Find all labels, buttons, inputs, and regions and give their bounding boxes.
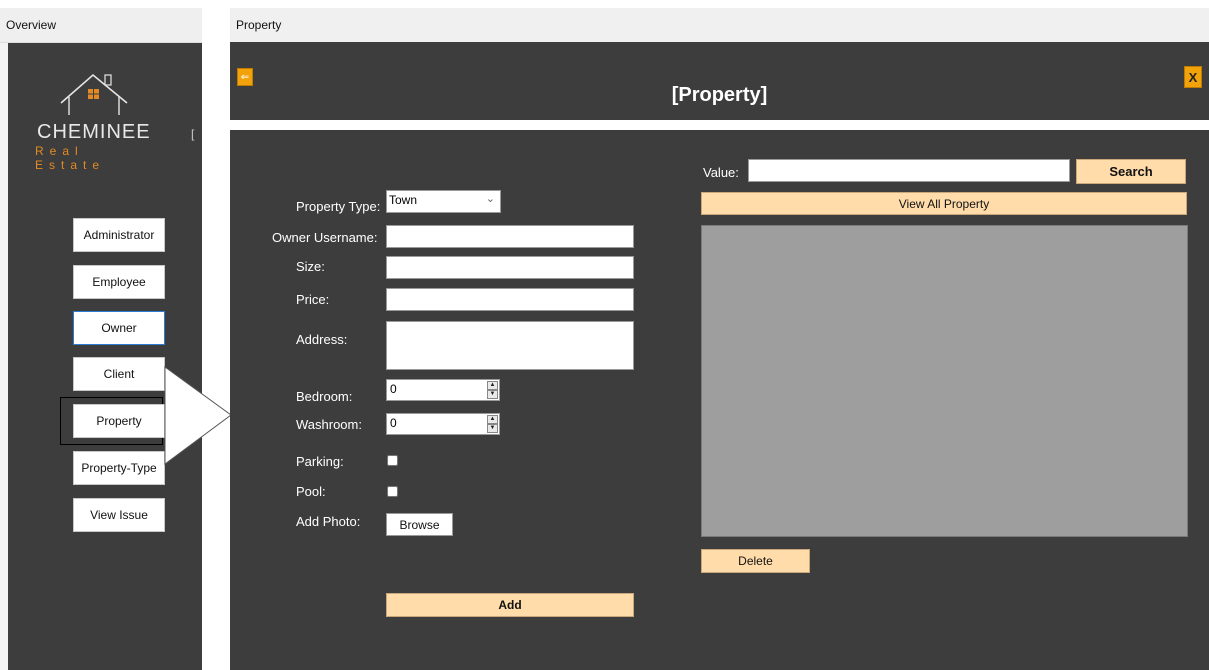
browse-label: Browse [399, 517, 440, 532]
property-titlebar: Property [230, 8, 1209, 42]
bedroom-label: Bedroom: [296, 389, 353, 404]
nav-label: Owner [101, 321, 137, 335]
nav-employee-button[interactable]: Employee [73, 265, 165, 299]
pool-checkbox[interactable] [387, 486, 398, 497]
nav-view-issue-button[interactable]: View Issue [73, 498, 165, 532]
overview-window: Overview CHEMINEE Real Estate [ Administ… [0, 8, 202, 670]
pointer-arrow-icon [164, 366, 232, 465]
overview-title: Overview [6, 18, 57, 32]
size-label: Size: [296, 259, 325, 274]
value-label: Value: [703, 165, 739, 180]
browse-button[interactable]: Browse [386, 513, 453, 536]
nav-label: View Issue [90, 508, 148, 522]
parking-label: Parking: [296, 454, 344, 469]
washroom-label: Washroom: [296, 417, 362, 432]
bedroom-stepper-arrows[interactable]: ▲ ▼ [487, 381, 498, 399]
nav-label: Property [96, 414, 142, 428]
washroom-value: 0 [390, 416, 397, 430]
logo-name: CHEMINEE [37, 121, 151, 143]
decrement-icon[interactable]: ▼ [487, 390, 498, 399]
search-value-input[interactable] [748, 159, 1070, 182]
close-icon: X [1188, 69, 1198, 85]
delete-label: Delete [738, 554, 773, 568]
property-data-grid[interactable] [701, 225, 1188, 537]
increment-icon[interactable]: ▲ [487, 415, 498, 424]
washroom-stepper-arrows[interactable]: ▲ ▼ [487, 415, 498, 433]
logo: CHEMINEE Real Estate [23, 63, 163, 172]
search-label: Search [1109, 164, 1153, 179]
header-divider [230, 120, 1209, 130]
address-input[interactable] [386, 321, 634, 370]
delete-button[interactable]: Delete [701, 549, 810, 573]
nav-owner-button[interactable]: Owner [73, 311, 165, 345]
close-button[interactable]: X [1184, 66, 1202, 88]
price-input[interactable] [386, 288, 634, 311]
washroom-stepper[interactable]: 0 ▲ ▼ [386, 413, 500, 435]
bedroom-value: 0 [390, 382, 397, 396]
property-window: Property ⇐ [Property] X Property Type: T… [230, 8, 1209, 670]
decrement-icon[interactable]: ▼ [487, 424, 498, 433]
chevron-down-icon: ⌄ [485, 193, 495, 205]
property-type-select[interactable]: Town ⌄ [386, 190, 501, 213]
property-type-value: Town [389, 193, 418, 207]
nav-label: Employee [92, 275, 146, 289]
increment-icon[interactable]: ▲ [487, 381, 498, 390]
property-window-title: Property [236, 18, 282, 32]
bedroom-stepper[interactable]: 0 ▲ ▼ [386, 379, 500, 401]
search-button[interactable]: Search [1076, 159, 1186, 184]
owner-username-label: Owner Username: [272, 230, 378, 245]
nav-administrator-button[interactable]: Administrator [73, 218, 165, 252]
overview-titlebar: Overview [0, 8, 202, 43]
nav-property-button[interactable]: Property [73, 404, 165, 438]
add-button[interactable]: Add [386, 593, 634, 617]
overview-body: CHEMINEE Real Estate [ Administrator Emp… [8, 43, 202, 670]
nav-label: Client [103, 367, 135, 381]
header-band: ⇐ [Property] X [230, 42, 1209, 120]
view-all-label: View All Property [898, 196, 990, 211]
logo-tagline: Real Estate [35, 144, 106, 172]
nav-label: Administrator [83, 228, 155, 242]
nav-label: Property-Type [81, 461, 157, 475]
parking-checkbox[interactable] [387, 455, 398, 466]
pool-label: Pool: [296, 484, 326, 499]
nav-client-button[interactable]: Client [73, 357, 165, 391]
house-logo-icon [60, 73, 128, 115]
back-arrow-icon: ⇐ [240, 71, 250, 83]
truncated-bracket: [ [191, 127, 195, 141]
nav-property-type-button[interactable]: Property-Type [73, 451, 165, 485]
add-photo-label: Add Photo: [296, 514, 361, 529]
size-input[interactable] [386, 256, 634, 279]
price-label: Price: [296, 292, 330, 307]
property-type-label: Property Type: [296, 199, 381, 214]
add-label: Add [498, 598, 522, 612]
owner-username-input[interactable] [386, 225, 634, 248]
page-title: [Property] [671, 84, 768, 106]
view-all-property-button[interactable]: View All Property [701, 192, 1187, 215]
address-label: Address: [296, 332, 348, 347]
